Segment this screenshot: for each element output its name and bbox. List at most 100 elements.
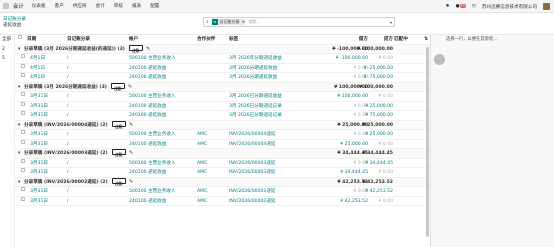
menu-item[interactable]: 审核 [114, 4, 123, 9]
row-account[interactable]: 500100 主营业务收入 [129, 130, 176, 140]
table-row[interactable]: 3月31日 / 500100 主营业务收入 3月 2026已分期递延收益 ¥ 100,0… [15, 92, 430, 102]
facet-close-icon[interactable]: × [242, 20, 246, 25]
row-partner[interactable]: AMC [197, 168, 207, 178]
row-label[interactable]: 3月 2026已分期递延收益 [229, 92, 282, 102]
row-checkbox[interactable] [21, 130, 25, 134]
row-account[interactable]: 500100 主营业务收入 [129, 92, 176, 102]
row-date[interactable]: 4月1日 [30, 64, 45, 74]
row-date[interactable]: 3月31日 [30, 159, 48, 169]
table-row[interactable]: 3月31日/240100 递延收益 3月 2026已分期递延记录 ¥ 0.00 ¥ 7… [15, 111, 430, 121]
menu-item[interactable]: 报表 [132, 4, 141, 9]
row-move[interactable]: / [67, 197, 69, 207]
row-account[interactable]: 500100 主营业务收入 [129, 159, 176, 169]
table-row[interactable]: 4月1日 / 500100 主营业务收入 3月 2026年分期递延收益 ¥ -100,0… [15, 54, 430, 64]
row-move[interactable]: / [67, 102, 69, 112]
col-move[interactable]: 日记账分录 [67, 35, 90, 45]
row-account[interactable]: 240100 递延收益 [129, 140, 166, 150]
col-partner[interactable]: 合作伙伴 [197, 35, 215, 45]
row-date[interactable]: 3月31日 [30, 187, 48, 197]
row-account[interactable]: 240100 递延收益 [129, 73, 166, 83]
search-input[interactable]: 搜索... [248, 19, 260, 25]
edit-pencil-icon[interactable]: ✎ [129, 178, 133, 188]
row-account[interactable]: 240100 递延收益 [129, 197, 166, 207]
table-row[interactable]: 3月31日 / 240100 递延收益 AMC INV/2026/00002递延 ¥ 42… [15, 196, 430, 207]
row-label[interactable]: 3月 2026已分期递延记录 [229, 102, 282, 112]
row-account[interactable]: 240100 递延收益 [129, 64, 166, 74]
col-account[interactable]: 帐户 [129, 35, 138, 45]
edit-pencil-icon[interactable]: ✎ [146, 45, 150, 55]
table-row[interactable]: 4月1日/240100 递延收益 3月 2026分期递延收益 ¥ 0.00 ¥ -25… [15, 63, 430, 74]
row-label[interactable]: 3月 2026分期递延收益 [229, 73, 277, 83]
row-checkbox[interactable] [21, 54, 25, 58]
group-row[interactable]: ▾ 分录草稿 (3月 2026分期递延收益) (3) 过账 ✎ ¥ 100,000.00… [15, 82, 430, 92]
select-all-checkbox[interactable] [18, 35, 22, 39]
row-checkbox[interactable] [21, 139, 25, 144]
post-button[interactable]: 过账 [112, 177, 126, 186]
col-label[interactable]: 标签 [229, 35, 238, 45]
row-label[interactable]: INV/2026/00003递延 [229, 168, 276, 178]
row-partner[interactable]: AMC [197, 159, 207, 169]
row-date[interactable]: 3月31日 [30, 92, 48, 102]
row-label[interactable]: INV/2026/00004递延 [229, 140, 276, 150]
caret-down-icon[interactable]: ▾ [18, 149, 20, 159]
col-credit[interactable]: 贷方 [384, 35, 393, 45]
row-account[interactable]: 240100 递延收益 [129, 102, 166, 112]
row-move[interactable]: / [67, 64, 69, 74]
row-label[interactable]: INV/2026/00002递延 [229, 187, 276, 197]
row-checkbox[interactable] [21, 92, 25, 96]
row-account[interactable]: 500100 主营业务收入 [129, 54, 176, 64]
menu-item[interactable]: 配置 [150, 4, 159, 9]
search-options-chevron-icon[interactable]: ▾ [390, 20, 392, 25]
search-facet[interactable]: ≡ 日记账分录 × [211, 19, 246, 25]
row-account[interactable]: 500100 主营业务收入 [129, 187, 176, 197]
table-row[interactable]: 3月31日/240100 递延收益 3月 2026已分期递延记录 ¥ 0.00 ¥ 2… [15, 101, 430, 112]
side-filter-item[interactable]: 5 [0, 54, 14, 64]
menu-item[interactable]: 客户 [55, 4, 64, 9]
table-row[interactable]: 3月31日 / 500100 主营业务收入 AMC INV/2026/00003递延 ¥ … [15, 158, 430, 169]
row-move[interactable]: / [67, 54, 69, 64]
table-row[interactable]: 3月31日 / 240100 递延收益 AMC INV/2026/00004递延 ¥ 25… [15, 139, 430, 150]
side-filter-item[interactable]: 2 [0, 45, 14, 55]
table-row[interactable]: 3月31日 / 500100 主营业务收入 AMC INV/2026/00002递延 ¥ … [15, 187, 430, 197]
row-date[interactable]: 4月1日 [30, 54, 45, 64]
post-button[interactable]: 过账 [111, 82, 125, 91]
row-move[interactable]: / [67, 168, 69, 178]
edit-pencil-icon[interactable]: ✎ [129, 121, 133, 131]
post-button[interactable]: 过账 [112, 149, 126, 157]
row-date[interactable]: 3月31日 [30, 102, 48, 112]
row-date[interactable]: 3月31日 [30, 197, 48, 207]
post-button[interactable]: 过账 [112, 120, 126, 129]
row-account[interactable]: 240100 递延收益 [129, 168, 166, 178]
caret-down-icon[interactable]: ▾ [18, 178, 20, 188]
row-checkbox[interactable] [21, 158, 25, 163]
company-name[interactable]: 苏州迅赛信息技术有限公司 [482, 4, 537, 10]
row-move[interactable]: / [67, 159, 69, 169]
row-partner[interactable]: AMC [197, 130, 207, 140]
menu-item[interactable]: 仪表板 [32, 4, 46, 9]
search-bar[interactable]: ⌕ ≡ 日记账分录 × 搜索... ▾ [203, 17, 395, 27]
row-checkbox[interactable] [21, 187, 25, 191]
row-label[interactable]: 3月 2026分期递延收益 [229, 64, 277, 74]
caret-down-icon[interactable]: ▾ [18, 121, 20, 131]
menu-item[interactable]: 会计 [96, 4, 105, 9]
table-row[interactable]: 4月1日/240100 递延收益 3月 2026分期递延收益 ¥ 0.00 ¥ -75… [15, 73, 430, 83]
scrollbar[interactable] [426, 47, 429, 237]
row-date[interactable]: 4月1日 [30, 73, 45, 83]
app-name[interactable]: 会计 [13, 2, 24, 10]
table-row[interactable]: 3月31日 / 240100 递延收益 AMC INV/2026/00003递延 ¥ 34… [15, 168, 430, 178]
row-label[interactable]: INV/2026/00003递延 [229, 159, 276, 169]
row-account[interactable]: 240100 递延收益 [129, 111, 166, 121]
row-label[interactable]: 3月 2026年分期递延收益 [229, 54, 282, 64]
bug-icon[interactable]: ✹ [446, 4, 450, 9]
row-move[interactable]: / [67, 92, 69, 102]
col-debit[interactable]: 借方 [359, 35, 368, 45]
row-checkbox[interactable] [21, 111, 25, 115]
row-date[interactable]: 3月31日 [30, 168, 48, 178]
row-checkbox[interactable] [21, 196, 25, 201]
row-move[interactable]: / [67, 111, 69, 121]
row-label[interactable]: INV/2026/00004递延 [229, 130, 276, 140]
edit-pencil-icon[interactable]: ✎ [129, 149, 133, 159]
row-partner[interactable]: AMC [197, 187, 207, 197]
group-row[interactable]: ▾ 分录草稿 (INV/2026/00003递延) (2) 过账 ✎ ¥ 34,444.… [15, 149, 430, 159]
row-move[interactable]: / [67, 187, 69, 197]
